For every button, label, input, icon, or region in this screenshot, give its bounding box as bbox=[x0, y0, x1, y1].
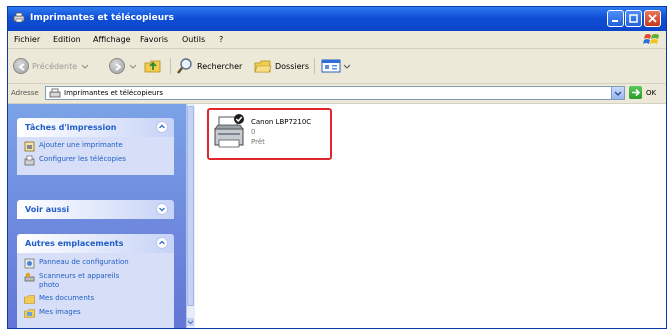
scrollbar-thumb[interactable] bbox=[187, 106, 194, 306]
task-configure-fax-label: Configurer les télécopies bbox=[39, 155, 126, 163]
menu-help[interactable]: ? bbox=[219, 35, 223, 44]
toolbar: Précédente Rechercher Dossiers bbox=[8, 49, 666, 84]
minimize-icon bbox=[612, 20, 618, 22]
views-button[interactable] bbox=[321, 56, 351, 76]
go-button[interactable] bbox=[629, 86, 642, 99]
place-my-pictures-label: Mes images bbox=[39, 308, 81, 316]
chevron-down-icon bbox=[159, 207, 165, 212]
printer-name: Canon LBP7210C bbox=[251, 118, 312, 126]
folders-label: Dossiers bbox=[275, 61, 309, 71]
chevron-up-icon bbox=[159, 124, 165, 129]
close-button[interactable] bbox=[644, 10, 661, 27]
chevron-down-icon bbox=[614, 91, 622, 96]
control-panel-icon bbox=[24, 258, 35, 269]
printer-folder-icon bbox=[49, 88, 61, 98]
menu-view[interactable]: Affichage bbox=[93, 35, 131, 44]
windows-logo-icon bbox=[643, 34, 659, 44]
address-label: Adresse bbox=[11, 89, 39, 97]
printer-status: Prêt bbox=[251, 138, 265, 146]
task-add-printer-label: Ajouter une imprimante bbox=[39, 141, 123, 149]
toolbar-separator bbox=[170, 58, 171, 74]
title-bar[interactable]: Imprimantes et télécopieurs bbox=[8, 7, 666, 31]
pictures-icon bbox=[24, 309, 35, 318]
chevron-up-icon bbox=[159, 240, 165, 245]
chevron-down-icon bbox=[129, 64, 137, 69]
place-my-pictures[interactable]: Mes images bbox=[17, 308, 174, 322]
see-also-box: Voir aussi bbox=[17, 200, 174, 219]
scanner-icon bbox=[24, 272, 35, 282]
place-control-panel[interactable]: Panneau de configuration bbox=[17, 258, 174, 272]
task-pane: Tâches d'impression Ajouter une impriman… bbox=[8, 104, 186, 328]
place-my-documents[interactable]: Mes documents bbox=[17, 294, 174, 308]
forward-arrow-icon bbox=[109, 58, 125, 74]
forward-button[interactable] bbox=[109, 56, 137, 76]
collapse-button[interactable] bbox=[156, 237, 168, 249]
place-my-documents-label: Mes documents bbox=[39, 294, 95, 302]
go-label[interactable]: OK bbox=[646, 89, 656, 97]
search-label: Rechercher bbox=[197, 61, 243, 71]
menu-edit[interactable]: Edition bbox=[53, 35, 81, 44]
address-value: Imprimantes et télécopieurs bbox=[64, 89, 163, 97]
address-field[interactable]: Imprimantes et télécopieurs bbox=[45, 86, 625, 100]
printer-folder-icon bbox=[13, 12, 25, 23]
task-pane-scrollbar[interactable] bbox=[186, 104, 195, 328]
printer-tasks-title: Tâches d'impression bbox=[25, 123, 117, 132]
printer-item[interactable]: Canon LBP7210C 0 Prêt bbox=[207, 108, 332, 160]
minimize-button[interactable] bbox=[607, 10, 624, 27]
printer-tasks-list: Ajouter une imprimante Configurer les té… bbox=[17, 137, 174, 175]
maximize-button[interactable] bbox=[625, 10, 642, 27]
chevron-down-icon bbox=[81, 64, 89, 69]
place-scanners[interactable]: Scanneurs et appareils photo bbox=[17, 272, 174, 294]
menu-bar: Fichier Edition Affichage Favoris Outils… bbox=[8, 31, 666, 49]
toolbar-separator bbox=[314, 58, 315, 74]
add-printer-icon bbox=[24, 141, 35, 152]
see-also-title: Voir aussi bbox=[25, 205, 70, 214]
printer-tasks-header[interactable]: Tâches d'impression bbox=[17, 118, 174, 137]
chevron-down-icon bbox=[343, 64, 351, 69]
place-control-panel-label: Panneau de configuration bbox=[39, 258, 129, 266]
back-arrow-icon bbox=[13, 58, 29, 74]
folders-icon bbox=[254, 60, 272, 73]
back-label: Précédente bbox=[32, 61, 78, 71]
search-icon bbox=[177, 58, 192, 74]
file-list-area[interactable]: Canon LBP7210C 0 Prêt bbox=[195, 104, 666, 328]
close-icon bbox=[648, 14, 657, 23]
see-also-header[interactable]: Voir aussi bbox=[17, 200, 174, 219]
maximize-icon bbox=[629, 14, 638, 23]
task-add-printer[interactable]: Ajouter une imprimante bbox=[17, 141, 174, 155]
up-folder-icon bbox=[144, 60, 161, 73]
menu-tools[interactable]: Outils bbox=[182, 35, 205, 44]
folders-button[interactable]: Dossiers bbox=[254, 56, 309, 76]
address-bar: Adresse Imprimantes et télécopieurs OK bbox=[8, 84, 666, 104]
scroll-down-button[interactable] bbox=[187, 318, 194, 326]
search-button[interactable]: Rechercher bbox=[176, 56, 242, 76]
folder-icon bbox=[24, 295, 35, 304]
window-title: Imprimantes et télécopieurs bbox=[30, 13, 174, 23]
other-places-title: Autres emplacements bbox=[25, 239, 124, 248]
expand-button[interactable] bbox=[156, 203, 168, 215]
other-places-list: Panneau de configuration Scanneurs et ap… bbox=[17, 253, 174, 328]
other-places-box: Autres emplacements Panneau de configura… bbox=[17, 234, 174, 328]
address-dropdown-button[interactable] bbox=[611, 87, 624, 99]
other-places-header[interactable]: Autres emplacements bbox=[17, 234, 174, 253]
printer-tasks-box: Tâches d'impression Ajouter une impriman… bbox=[17, 118, 174, 175]
menu-favorites[interactable]: Favoris bbox=[140, 35, 168, 44]
back-button[interactable]: Précédente bbox=[13, 56, 89, 76]
printer-icon bbox=[214, 114, 244, 148]
go-arrow-icon bbox=[632, 88, 641, 97]
explorer-window: Imprimantes et télécopieurs Fichier Edit… bbox=[7, 6, 667, 329]
collapse-button[interactable] bbox=[156, 121, 168, 133]
printer-document-count: 0 bbox=[251, 128, 256, 136]
place-scanners-label: Scanneurs et appareils photo bbox=[39, 272, 120, 289]
menu-file[interactable]: Fichier bbox=[14, 35, 40, 44]
task-configure-fax[interactable]: Configurer les télécopies bbox=[17, 155, 174, 169]
chevron-down-icon bbox=[187, 320, 194, 325]
fax-icon bbox=[24, 155, 35, 166]
up-folder-button[interactable] bbox=[144, 56, 162, 76]
views-icon bbox=[321, 59, 341, 73]
